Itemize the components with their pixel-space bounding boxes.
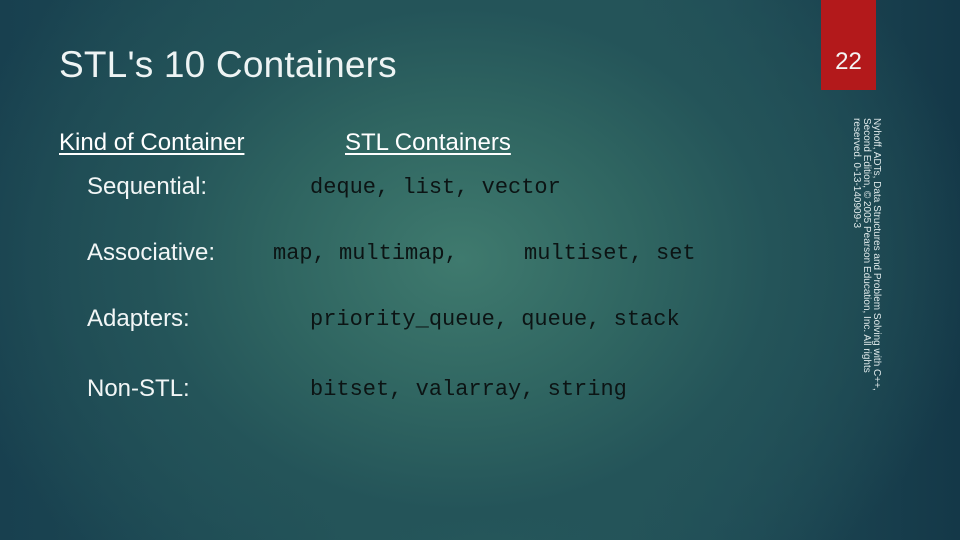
slide-title: STL's 10 Containers — [59, 44, 397, 85]
containers-associative-a: map, multimap, — [273, 241, 458, 266]
containers-adapters: priority_queue, queue, stack — [310, 307, 680, 332]
header-stl-containers: STL Containers — [345, 129, 511, 156]
kind-non-stl: Non-STL: — [87, 375, 190, 402]
containers-associative-b: multiset, set — [524, 241, 696, 266]
page-number-badge: 22 — [821, 0, 876, 90]
kind-sequential: Sequential: — [87, 173, 208, 200]
slide: STL's 10 Containers 22 Nyhoff, ADTs, Dat… — [0, 0, 960, 540]
kind-adapters: Adapters: — [87, 305, 190, 332]
containers-sequential: deque, list, vector — [310, 175, 561, 200]
kind-associative: Associative: — [87, 239, 216, 266]
copyright-notice: Nyhoff, ADTs, Data Structures and Proble… — [851, 118, 882, 391]
containers-non-stl: bitset, valarray, string — [310, 377, 627, 402]
header-kind-of-container: Kind of Container — [59, 129, 245, 156]
page-number: 22 — [835, 48, 862, 75]
